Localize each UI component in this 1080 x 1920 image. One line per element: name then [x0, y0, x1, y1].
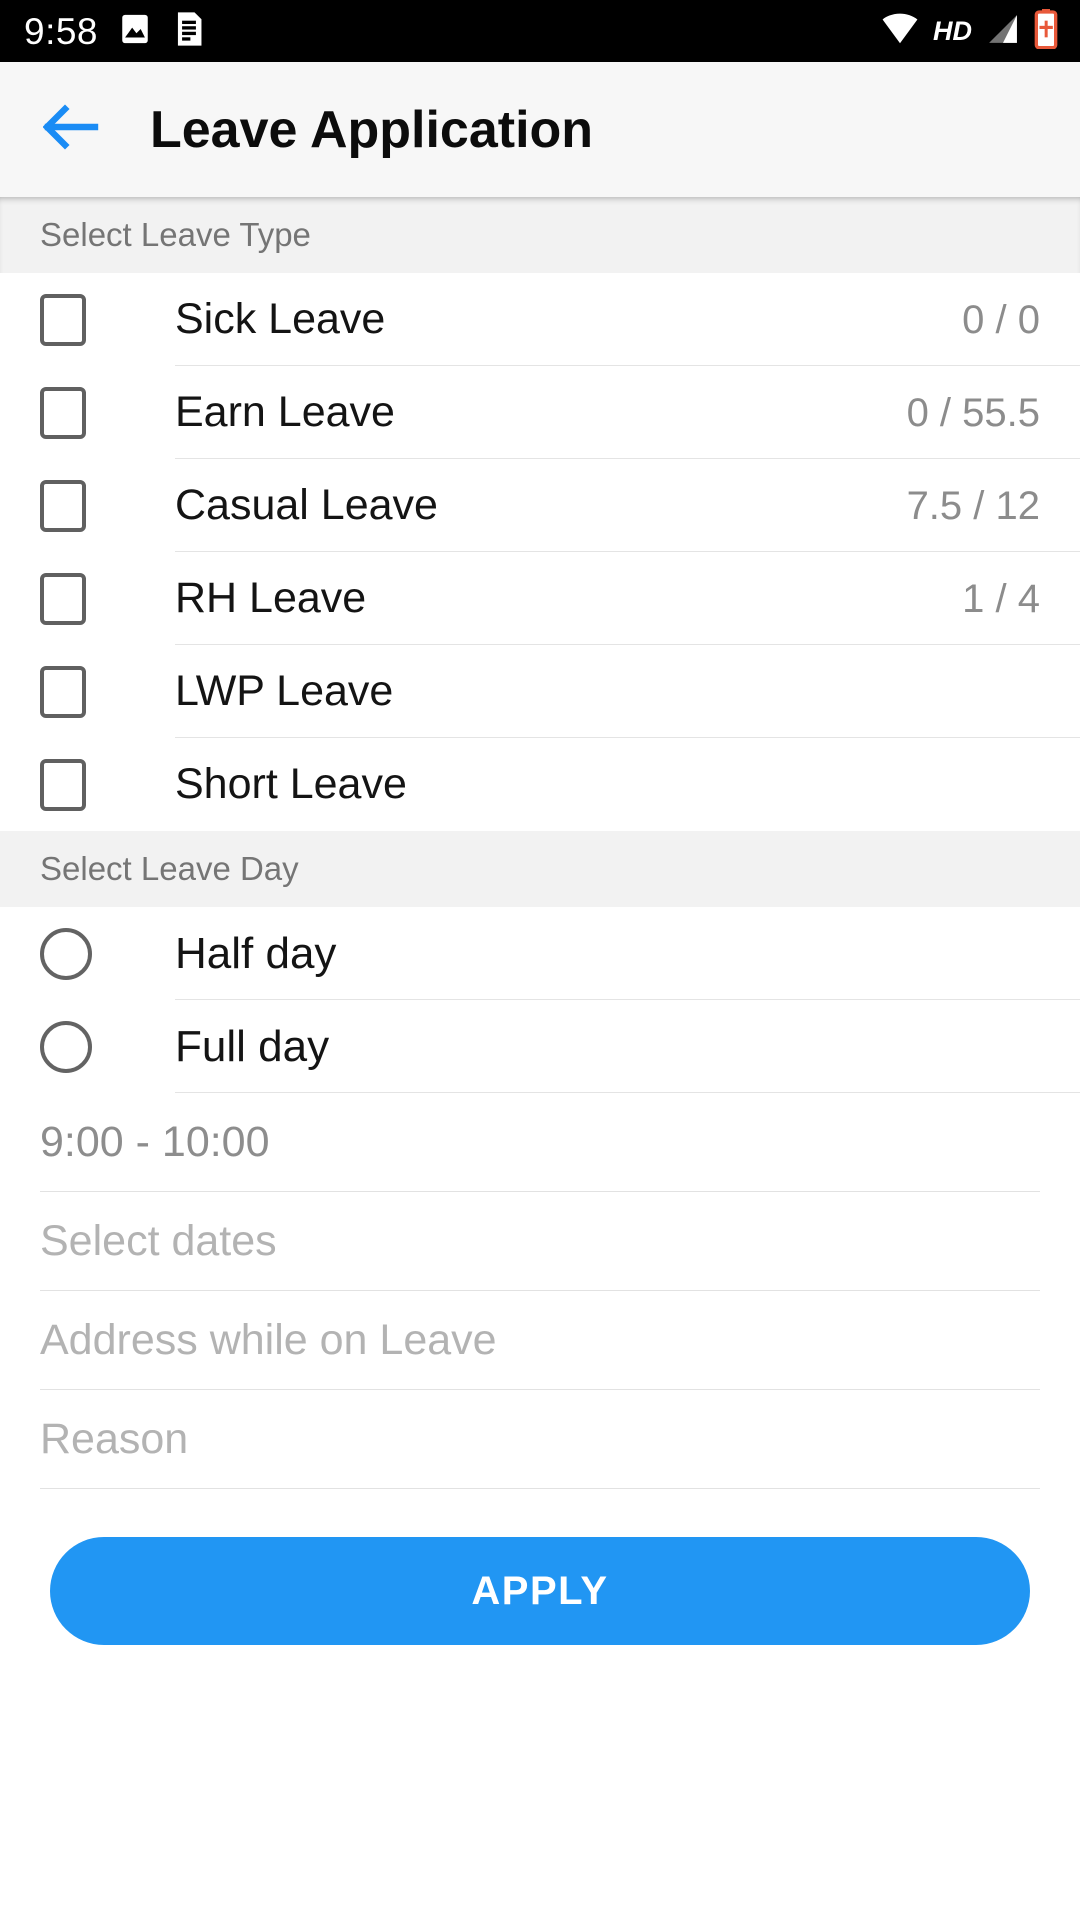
leave-day-radio-full[interactable] [0, 1020, 175, 1073]
app-bar: Leave Application [0, 62, 1080, 197]
status-bar-left: 9:58 [24, 11, 206, 52]
document-icon [172, 11, 206, 52]
leave-type-body: RH Leave 1 / 4 [175, 552, 1080, 645]
radio-unselected-icon [40, 1020, 92, 1073]
leave-type-body: Sick Leave 0 / 0 [175, 273, 1080, 366]
leave-day-body: Half day [175, 907, 1080, 1000]
leave-day-row-half[interactable]: Half day [0, 907, 1080, 1000]
status-time: 9:58 [24, 10, 99, 52]
reason-placeholder: Reason [40, 1414, 189, 1463]
leave-type-row-rh[interactable]: RH Leave 1 / 4 [0, 552, 1080, 645]
address-placeholder: Address while on Leave [40, 1315, 497, 1364]
select-dates-placeholder: Select dates [40, 1216, 277, 1265]
time-range-field[interactable]: 9:00 - 10:00 [40, 1093, 1040, 1192]
leave-day-body: Full day [175, 1000, 1080, 1093]
leave-type-row-earn[interactable]: Earn Leave 0 / 55.5 [0, 366, 1080, 459]
checkbox-unchecked-icon [40, 572, 86, 625]
leave-type-checkbox-lwp[interactable] [0, 665, 175, 718]
leave-type-checkbox-rh[interactable] [0, 572, 175, 625]
leave-day-row-full[interactable]: Full day [0, 1000, 1080, 1093]
leave-type-label: RH Leave [175, 574, 367, 622]
apply-button[interactable]: APPLY [50, 1537, 1030, 1645]
section-header-leave-type: Select Leave Type [0, 197, 1080, 273]
checkbox-unchecked-icon [40, 758, 86, 811]
checkbox-unchecked-icon [40, 665, 86, 718]
select-dates-field[interactable]: Select dates [40, 1192, 1040, 1291]
apply-button-label: APPLY [471, 1569, 609, 1613]
page-title: Leave Application [150, 100, 594, 159]
leave-type-balance: 7.5 / 12 [906, 483, 1040, 528]
leave-day-label: Half day [175, 928, 337, 978]
leave-type-label: Short Leave [175, 760, 407, 808]
leave-day-label: Full day [175, 1021, 330, 1071]
address-field[interactable]: Address while on Leave [40, 1291, 1040, 1390]
back-button[interactable] [40, 97, 106, 163]
battery-charging-icon [1034, 8, 1058, 54]
leave-type-row-sick[interactable]: Sick Leave 0 / 0 [0, 273, 1080, 366]
image-icon [118, 12, 152, 51]
back-arrow-icon [42, 103, 103, 156]
reason-field[interactable]: Reason [40, 1390, 1040, 1489]
leave-type-row-casual[interactable]: Casual Leave 7.5 / 12 [0, 459, 1080, 552]
leave-type-body: Casual Leave 7.5 / 12 [175, 459, 1080, 552]
signal-icon [986, 13, 1020, 50]
leave-type-checkbox-earn[interactable] [0, 386, 175, 439]
leave-type-label: Casual Leave [175, 481, 438, 529]
leave-type-balance: 0 / 0 [962, 297, 1040, 342]
apply-button-container: APPLY [0, 1489, 1080, 1645]
leave-type-body: Short Leave [175, 738, 1080, 831]
checkbox-unchecked-icon [40, 293, 86, 346]
leave-day-list: Half day Full day [0, 907, 1080, 1093]
wifi-icon [881, 13, 919, 50]
checkbox-unchecked-icon [40, 479, 86, 532]
leave-type-label: LWP Leave [175, 667, 394, 715]
leave-type-balance: 1 / 4 [962, 576, 1040, 621]
radio-unselected-icon [40, 927, 92, 980]
leave-type-label: Sick Leave [175, 295, 386, 343]
section-header-leave-day: Select Leave Day [0, 831, 1080, 907]
time-range-value: 9:00 - 10:00 [40, 1117, 270, 1166]
leave-type-checkbox-short[interactable] [0, 758, 175, 811]
leave-type-list: Sick Leave 0 / 0 Earn Leave 0 / 55.5 Cas… [0, 273, 1080, 831]
hd-indicator: HD [933, 15, 972, 46]
leave-type-row-lwp[interactable]: LWP Leave [0, 645, 1080, 738]
leave-type-row-short[interactable]: Short Leave [0, 738, 1080, 831]
leave-day-radio-half[interactable] [0, 927, 175, 980]
leave-type-body: Earn Leave 0 / 55.5 [175, 366, 1080, 459]
leave-type-balance: 0 / 55.5 [906, 390, 1040, 435]
status-bar-right: HD [881, 8, 1058, 54]
leave-type-checkbox-sick[interactable] [0, 293, 175, 346]
leave-type-body: LWP Leave [175, 645, 1080, 738]
status-bar: 9:58 HD [0, 0, 1080, 62]
checkbox-unchecked-icon [40, 386, 86, 439]
leave-type-label: Earn Leave [175, 388, 395, 436]
leave-type-checkbox-casual[interactable] [0, 479, 175, 532]
